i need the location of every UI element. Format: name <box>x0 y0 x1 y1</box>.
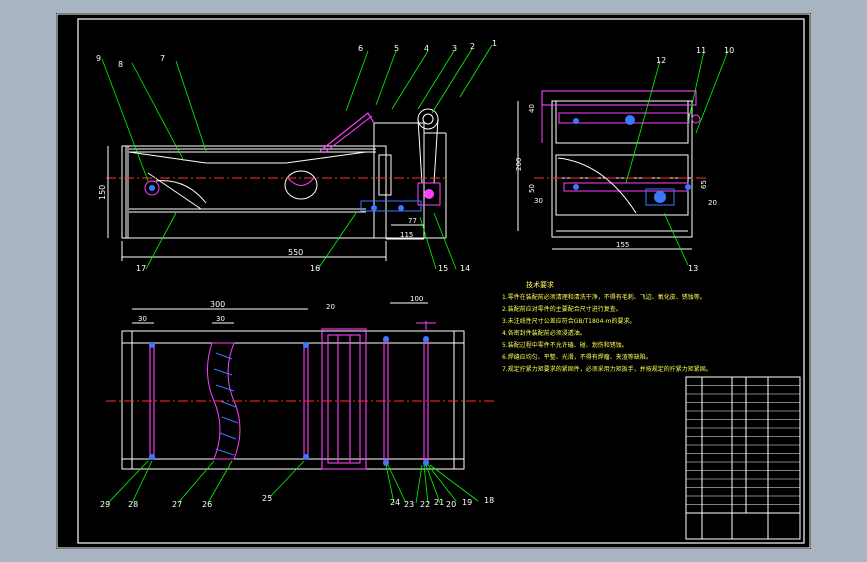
balloon-10: 10 <box>724 46 734 55</box>
dim-50: 50 <box>528 184 536 193</box>
balloon-20: 20 <box>446 500 456 509</box>
feed-chute <box>319 112 375 152</box>
note-1: 1.零件在装配前必须清理和清洗干净，不得有毛刺、飞边、氧化皮、锈蚀等。 <box>502 293 706 301</box>
note-7: 7.规定拧紧力矩要求的紧固件，必须采用力矩扳手，并按规定的拧紧力矩紧固。 <box>502 365 712 373</box>
side-view: 200 40 50 30 65 20 155 <box>515 50 729 266</box>
technical-notes: 技术要求 1.零件在装配前必须清理和清洗干净，不得有毛刺、飞边、氧化皮、锈蚀等。… <box>502 280 712 373</box>
bom-table <box>685 376 801 540</box>
dim-150: 150 <box>98 185 107 200</box>
balloon-5: 5 <box>394 44 399 53</box>
note-3: 3.未注线性尺寸公差应符合GB/T1804-m的要求。 <box>502 317 635 325</box>
balloon-18: 18 <box>484 496 494 505</box>
dim-100: 100 <box>410 295 423 303</box>
balloon-21: 21 <box>434 498 444 507</box>
top-pulley <box>417 108 439 130</box>
balloon-7: 7 <box>160 54 165 63</box>
balloon-labels: 1 2 3 4 5 6 7 8 9 14 15 16 17 10 11 12 1… <box>96 39 734 509</box>
balloon-2: 2 <box>470 42 475 51</box>
balloon-13: 13 <box>688 264 698 273</box>
balloon-29: 29 <box>100 500 110 509</box>
balloon-16: 16 <box>310 264 320 273</box>
drawing-sheet: 550 150 77 115 200 40 50 30 65 20 155 30… <box>56 13 811 549</box>
top-view: 300 30 30 20 100 <box>106 295 496 504</box>
dim-30-mid: 30 <box>216 315 225 323</box>
balloon-8: 8 <box>118 60 123 69</box>
dim-550: 550 <box>288 248 303 257</box>
balloon-3: 3 <box>452 44 457 53</box>
balloon-4: 4 <box>424 44 429 53</box>
balloon-22: 22 <box>420 500 430 509</box>
dim-77: 77 <box>408 217 417 225</box>
note-5: 5.装配过程中零件不允许磕、碰、划伤和锈蚀。 <box>502 341 628 349</box>
balloon-24: 24 <box>390 498 400 507</box>
dim-200: 200 <box>515 158 523 171</box>
balloon-11: 11 <box>696 46 706 55</box>
balloon-26: 26 <box>202 500 212 509</box>
dim-65: 65 <box>700 180 708 189</box>
dim-155: 155 <box>616 241 629 249</box>
balloon-9: 9 <box>96 54 101 63</box>
balloon-14: 14 <box>460 264 470 273</box>
note-6: 6.焊缝应均匀、平整、光滑，不得有焊瘤、夹渣等缺陷。 <box>502 353 652 361</box>
title-block <box>685 376 801 540</box>
drawing-canvas: 550 150 77 115 200 40 50 30 65 20 155 30… <box>56 13 811 549</box>
frame-outline <box>121 145 387 239</box>
dim-300: 300 <box>210 300 225 309</box>
balloon-1: 1 <box>492 39 497 48</box>
balloon-12: 12 <box>656 56 666 65</box>
inner-frame <box>77 18 805 544</box>
balloon-6: 6 <box>358 44 363 53</box>
dim-30-left: 30 <box>138 315 147 323</box>
dim-30: 30 <box>534 197 543 205</box>
side-frame <box>551 100 693 238</box>
balloon-15: 15 <box>438 264 448 273</box>
balloon-25: 25 <box>262 494 272 503</box>
dim-40: 40 <box>528 104 536 113</box>
cad-viewport: 550 150 77 115 200 40 50 30 65 20 155 30… <box>0 0 867 562</box>
notes-title: 技术要求 <box>526 280 554 289</box>
top-frame <box>121 330 465 470</box>
note-4: 4.各密封件装配前必须浸透油。 <box>502 329 586 337</box>
balloon-28: 28 <box>128 500 138 509</box>
dim-115: 115 <box>400 231 413 239</box>
balloon-27: 27 <box>172 500 182 509</box>
dim-20-top: 20 <box>326 303 335 311</box>
balloon-17: 17 <box>136 264 146 273</box>
front-view: 550 150 77 115 <box>98 44 493 270</box>
dim-20: 20 <box>708 199 717 207</box>
balloon-19: 19 <box>462 498 472 507</box>
note-2: 2.装配前应对零件的主要配合尺寸进行复查。 <box>502 305 622 313</box>
balloon-23: 23 <box>404 500 414 509</box>
